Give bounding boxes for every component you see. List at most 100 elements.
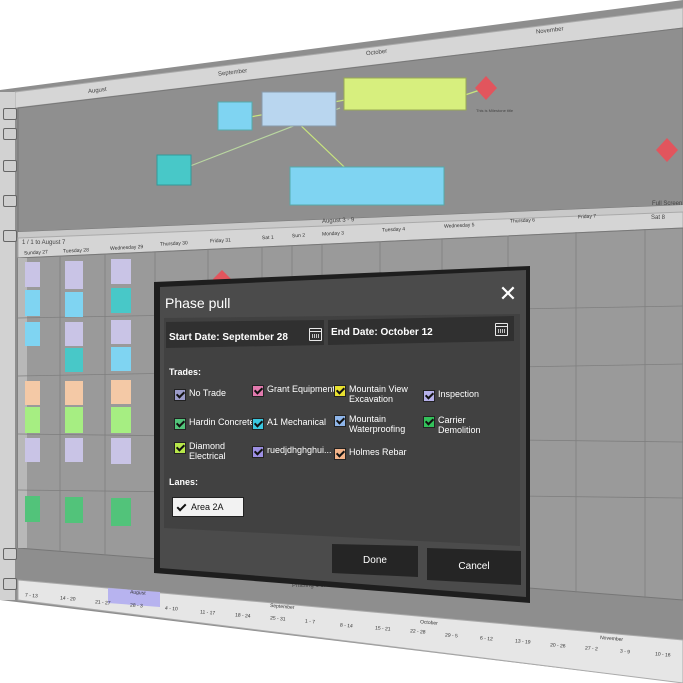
timeline-tick: 20 - 26: [549, 641, 566, 650]
trade-label: Diamond Electrical: [189, 441, 226, 461]
calendar-note[interactable]: [65, 438, 83, 462]
calendar-note[interactable]: [111, 320, 131, 344]
calendar-note[interactable]: [25, 496, 40, 522]
calendar-note[interactable]: [65, 292, 83, 317]
network-note[interactable]: [156, 154, 192, 186]
timeline-month: August: [129, 589, 146, 597]
calendar-note[interactable]: [65, 497, 83, 523]
day-header: Friday 7: [577, 213, 597, 221]
cancel-button[interactable]: Cancel: [427, 561, 521, 572]
checkbox-check-icon: [174, 418, 186, 430]
day-header: Monday 3: [321, 230, 345, 238]
checkbox-check-icon: [423, 390, 435, 402]
day-header: Sat 1: [261, 234, 274, 242]
trade-checkbox[interactable]: Inspection: [423, 389, 508, 402]
calendar-note[interactable]: [111, 288, 131, 313]
calendar-note[interactable]: [65, 407, 83, 433]
checkbox-check-icon: [176, 502, 186, 512]
home-tool-icon[interactable]: [3, 108, 17, 120]
trade-label: Inspection: [438, 389, 480, 399]
timeline-tick: 29 - 5: [444, 632, 459, 640]
network-note[interactable]: [343, 77, 467, 111]
network-tool-icon[interactable]: [3, 128, 17, 140]
calendar-note[interactable]: [25, 407, 40, 433]
day-header: Tuesday 4: [381, 226, 406, 234]
timeline-tick: 28 - 3: [129, 602, 144, 610]
range-label: 1 / 1 to August 7: [22, 240, 66, 246]
checkbox-check-icon: [252, 385, 264, 397]
close-icon[interactable]: ✕: [497, 283, 519, 305]
trade-checkbox[interactable]: ruedjdhghghui...: [252, 445, 337, 458]
timeline-tick: 8 - 14: [339, 622, 354, 630]
trade-label: Carrier Demolition: [438, 415, 481, 435]
timeline-tick: 18 - 24: [234, 612, 251, 620]
trade-label: Mountain View Excavation: [349, 384, 408, 404]
trade-label: Holmes Rebar: [349, 447, 407, 457]
calendar-note[interactable]: [25, 262, 40, 287]
calendar-note[interactable]: [111, 380, 131, 404]
settings-tool-icon[interactable]: [3, 230, 17, 242]
trade-checkbox[interactable]: Carrier Demolition: [423, 415, 508, 435]
trade-checkbox[interactable]: Mountain View Excavation: [334, 384, 419, 404]
checkbox-check-icon: [334, 448, 346, 460]
scheduler-canvas: [0, 0, 683, 683]
full-screen-button[interactable]: Full Screen: [652, 201, 682, 207]
done-button[interactable]: Done: [332, 555, 418, 566]
trade-label: Grant Equipment: [267, 384, 336, 394]
checkbox-check-icon: [252, 418, 264, 430]
calendar-note[interactable]: [65, 348, 83, 372]
checkbox-check-icon: [174, 442, 186, 454]
checkbox-check-icon: [334, 385, 346, 397]
phase-label: Phasing 1 of: [292, 583, 326, 589]
trade-checkbox[interactable]: A1 Mechanical: [252, 417, 337, 430]
trade-label: ruedjdhghghui...: [267, 445, 332, 455]
timeline-tick: 6 - 12: [479, 635, 494, 643]
trade-checkbox[interactable]: Holmes Rebar: [334, 447, 419, 460]
calendar-note[interactable]: [65, 261, 83, 289]
trade-checkbox[interactable]: Mountain Waterproofing: [334, 414, 419, 434]
lane-label: Area 2A: [191, 502, 224, 512]
calendar-note[interactable]: [25, 290, 40, 316]
calendar-note[interactable]: [65, 381, 83, 405]
calendar-note[interactable]: [111, 347, 131, 371]
day-header: Sun 2: [291, 232, 306, 240]
calendar-note[interactable]: [111, 498, 131, 526]
timeline-tick: 3 - 9: [619, 648, 631, 656]
day-header: Sunday 27: [23, 249, 49, 257]
trade-label: No Trade: [189, 388, 227, 398]
network-note[interactable]: [289, 166, 445, 206]
checkbox-check-icon: [423, 416, 435, 428]
scheduler-app-window: August September October November August…: [0, 0, 683, 683]
trade-checkbox[interactable]: Grant Equipment: [252, 384, 337, 397]
trade-checkbox[interactable]: No Trade: [174, 388, 259, 401]
trade-label: A1 Mechanical: [267, 417, 327, 427]
help-tool-icon[interactable]: [3, 578, 17, 590]
start-date-calendar-icon[interactable]: [309, 328, 322, 341]
calendar-note[interactable]: [111, 438, 131, 464]
calendar-note[interactable]: [25, 381, 40, 405]
trade-checkbox[interactable]: Hardin Concrete: [174, 417, 259, 430]
timeline-tick: 27 - 2: [584, 645, 599, 653]
calendar-note[interactable]: [25, 438, 40, 462]
trade-label: Hardin Concrete: [189, 417, 255, 427]
calendar-note[interactable]: [111, 259, 131, 284]
diamond-tool-icon[interactable]: [3, 548, 17, 560]
checkbox-check-icon: [334, 415, 346, 427]
timeline-tick: 21 - 27: [94, 598, 111, 607]
timeline-tick: 15 - 21: [374, 625, 391, 633]
milestone-tool-icon[interactable]: [3, 195, 17, 207]
calendar-note[interactable]: [65, 322, 83, 346]
sat-column-label: Sat 8: [651, 215, 666, 221]
network-note[interactable]: [217, 101, 253, 131]
checkbox-check-icon: [252, 446, 264, 458]
calendar-note[interactable]: [25, 322, 40, 346]
calendar-note[interactable]: [111, 407, 131, 433]
lane-checkbox-area-2a[interactable]: Area 2A: [172, 497, 244, 517]
trade-label: Mountain Waterproofing: [349, 414, 406, 434]
timeline-tick: 11 - 17: [199, 608, 216, 617]
end-date-calendar-icon[interactable]: [495, 323, 508, 336]
trade-checkbox[interactable]: Diamond Electrical: [174, 441, 259, 461]
network-note[interactable]: [261, 91, 337, 127]
milestone-label: This is Milestone title: [476, 108, 514, 113]
pull-tool-icon[interactable]: [3, 160, 17, 172]
